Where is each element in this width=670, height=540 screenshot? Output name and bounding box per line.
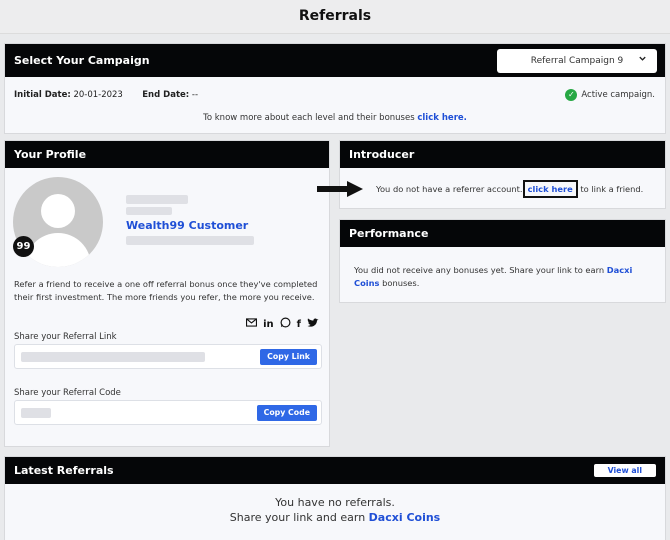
empty-state: You have no referrals. Share your link a…	[5, 495, 665, 525]
arrow-right-icon	[317, 181, 363, 200]
copy-code-button[interactable]: Copy Code	[256, 405, 317, 421]
campaign-header-title: Select Your Campaign	[14, 54, 150, 67]
page-title: Referrals	[298, 8, 372, 24]
empty-state-cta: Share your link and earn Dacxi Coins	[5, 510, 665, 525]
introducer-header: Introducer	[340, 141, 665, 168]
know-more-link[interactable]: click here.	[417, 113, 467, 123]
facebook-icon[interactable]: f	[297, 319, 301, 330]
email-icon[interactable]	[246, 318, 258, 330]
page-header: Referrals	[0, 0, 670, 34]
redacted-detail	[126, 236, 254, 245]
latest-referrals-card: Latest Referrals View all You have no re…	[4, 456, 666, 540]
check-circle-icon: ✓	[565, 89, 578, 101]
campaign-select[interactable]: Referral Campaign 9	[497, 48, 657, 73]
redacted-code	[21, 408, 51, 418]
profile-name: Wealth99 Customer	[126, 219, 249, 232]
chevron-down-icon	[638, 54, 647, 66]
empty-state-line: You have no referrals.	[275, 496, 395, 509]
referral-link-field[interactable]: Copy Link	[14, 344, 322, 369]
performance-card: Performance You did not receive any bonu…	[339, 219, 666, 303]
share-socials: in f	[246, 317, 319, 331]
performance-text-after: bonuses.	[379, 278, 420, 288]
campaign-card: Select Your Campaign Referral Campaign 9…	[4, 43, 666, 134]
whatsapp-icon[interactable]	[280, 317, 291, 331]
campaign-status-text: Active campaign.	[581, 90, 655, 100]
introducer-card: Introducer You do not have a referrer ac…	[339, 140, 666, 209]
know-more-line: To know more about each level and their …	[5, 113, 665, 123]
profile-card: Your Profile 99 Wealth99 Customer Refer …	[4, 140, 330, 447]
initial-date-value: 20-01-2023	[73, 90, 123, 100]
redacted-detail	[126, 207, 172, 215]
performance-header: Performance	[340, 220, 665, 247]
redacted-link	[21, 352, 205, 362]
profile-description: Refer a friend to receive a one off refe…	[14, 279, 318, 302]
copy-link-button[interactable]: Copy Link	[260, 349, 317, 365]
redacted-detail	[126, 195, 188, 204]
introducer-link[interactable]: click here	[522, 180, 578, 198]
empty-state-cta-text: Share your link and earn	[229, 511, 369, 524]
share-code-label: Share your Referral Code	[14, 388, 121, 398]
introducer-text-after: to link a friend.	[577, 184, 644, 194]
performance-message: You did not receive any bonuses yet. Sha…	[354, 264, 654, 290]
campaign-dates: Initial Date: 20-01-2023 End Date: --	[14, 90, 198, 100]
latest-referrals-title: Latest Referrals	[14, 464, 114, 477]
end-date-value: --	[191, 90, 199, 100]
linkedin-icon[interactable]: in	[263, 319, 274, 330]
campaign-status: ✓ Active campaign.	[565, 89, 655, 101]
campaign-header: Select Your Campaign Referral Campaign 9	[5, 44, 665, 77]
twitter-icon[interactable]	[307, 317, 319, 331]
introducer-text: You do not have a referrer account.	[376, 184, 523, 194]
view-all-button[interactable]: View all	[593, 464, 656, 477]
share-link-label: Share your Referral Link	[14, 332, 117, 342]
know-more-text: To know more about each level and their …	[203, 113, 415, 123]
referral-code-field[interactable]: Copy Code	[14, 400, 322, 425]
introducer-message: You do not have a referrer account. click…	[376, 180, 644, 198]
brand-badge: 99	[13, 236, 34, 257]
campaign-select-value: Referral Campaign 9	[530, 55, 624, 66]
end-date-label: End Date:	[142, 90, 190, 100]
performance-text: You did not receive any bonuses yet. Sha…	[354, 265, 607, 275]
dacxi-coins-link[interactable]: Dacxi Coins	[369, 511, 441, 524]
profile-header: Your Profile	[5, 141, 329, 168]
initial-date-label: Initial Date:	[14, 90, 71, 100]
latest-referrals-header: Latest Referrals View all	[5, 457, 665, 484]
